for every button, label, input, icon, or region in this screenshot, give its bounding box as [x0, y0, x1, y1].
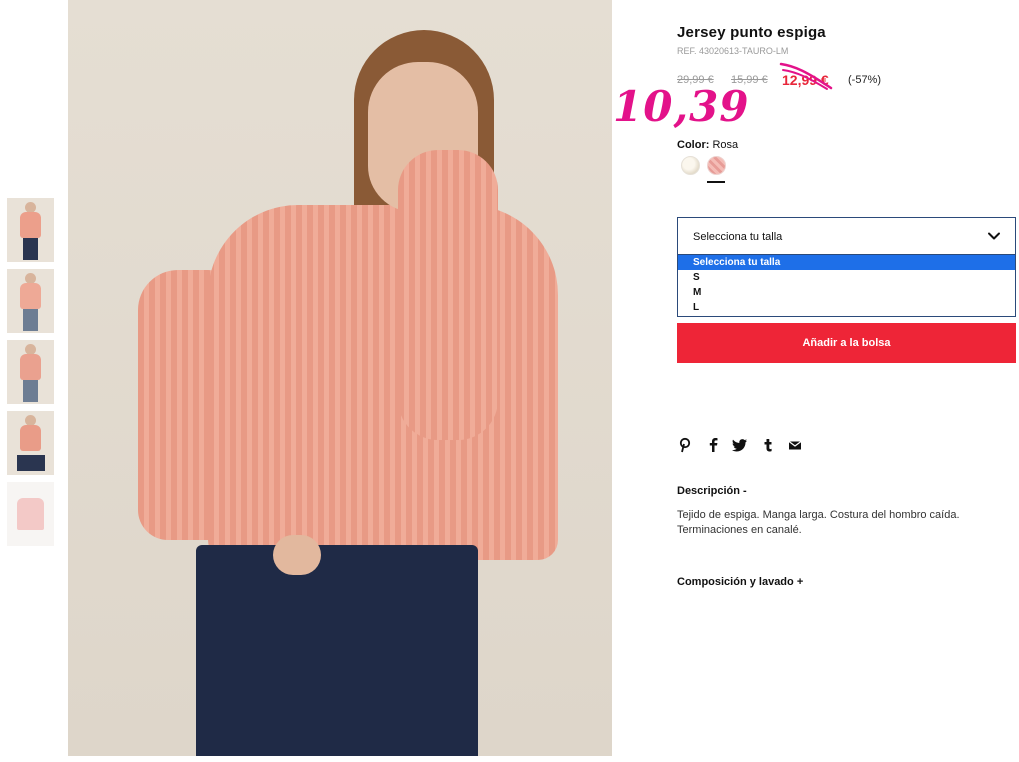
color-label-row: Color: Rosa	[677, 139, 738, 151]
original-price: 29,99 €	[677, 74, 714, 86]
size-option-placeholder[interactable]: Selecciona tu talla	[678, 255, 1015, 270]
discount-badge: (-57%)	[848, 74, 882, 86]
thumbnail-gallery	[7, 198, 54, 553]
product-reference: REF. 43020613-TAURO-LM	[677, 46, 789, 56]
composition-expand-toggle[interactable]: +	[797, 576, 803, 588]
current-price: 12,99 €	[782, 72, 829, 88]
color-swatch-cream[interactable]	[681, 156, 700, 175]
description-collapse-toggle[interactable]: -	[743, 485, 747, 497]
size-dropdown-list: Selecciona tu talla S M L	[677, 255, 1016, 317]
thumbnail-4[interactable]	[7, 411, 54, 475]
chevron-down-icon	[988, 232, 1000, 240]
size-option-l[interactable]: L	[678, 300, 1015, 315]
color-label: Color:	[677, 139, 710, 151]
composition-heading[interactable]: Composición y lavado +	[677, 576, 803, 588]
facebook-icon[interactable]	[705, 437, 721, 453]
handwritten-price-annotation: 10,39	[613, 82, 750, 131]
thumbnail-3[interactable]	[7, 340, 54, 404]
add-to-bag-button[interactable]: Añadir a la bolsa	[677, 323, 1016, 363]
thumbnail-5[interactable]	[7, 482, 54, 546]
pinterest-icon[interactable]	[677, 437, 693, 453]
product-main-image	[68, 0, 612, 756]
size-select-label: Selecciona tu talla	[693, 231, 783, 243]
composition-heading-label: Composición y lavado	[677, 576, 794, 588]
previous-price: 15,99 €	[731, 74, 768, 86]
twitter-icon[interactable]	[732, 437, 748, 453]
description-heading-label: Descripción	[677, 485, 740, 497]
email-icon[interactable]	[787, 437, 803, 453]
size-option-m[interactable]: M	[678, 285, 1015, 300]
size-option-s[interactable]: S	[678, 270, 1015, 285]
thumbnail-1[interactable]	[7, 198, 54, 262]
color-value: Rosa	[712, 139, 739, 151]
product-title: Jersey punto espiga	[677, 24, 826, 41]
thumbnail-2[interactable]	[7, 269, 54, 333]
color-swatch-rosa[interactable]	[707, 156, 726, 175]
selected-swatch-indicator	[707, 181, 725, 183]
description-heading[interactable]: Descripción -	[677, 485, 747, 497]
size-select[interactable]: Selecciona tu talla	[677, 217, 1016, 255]
tumblr-icon[interactable]	[760, 437, 776, 453]
description-text: Tejido de espiga. Manga larga. Costura d…	[677, 509, 960, 536]
